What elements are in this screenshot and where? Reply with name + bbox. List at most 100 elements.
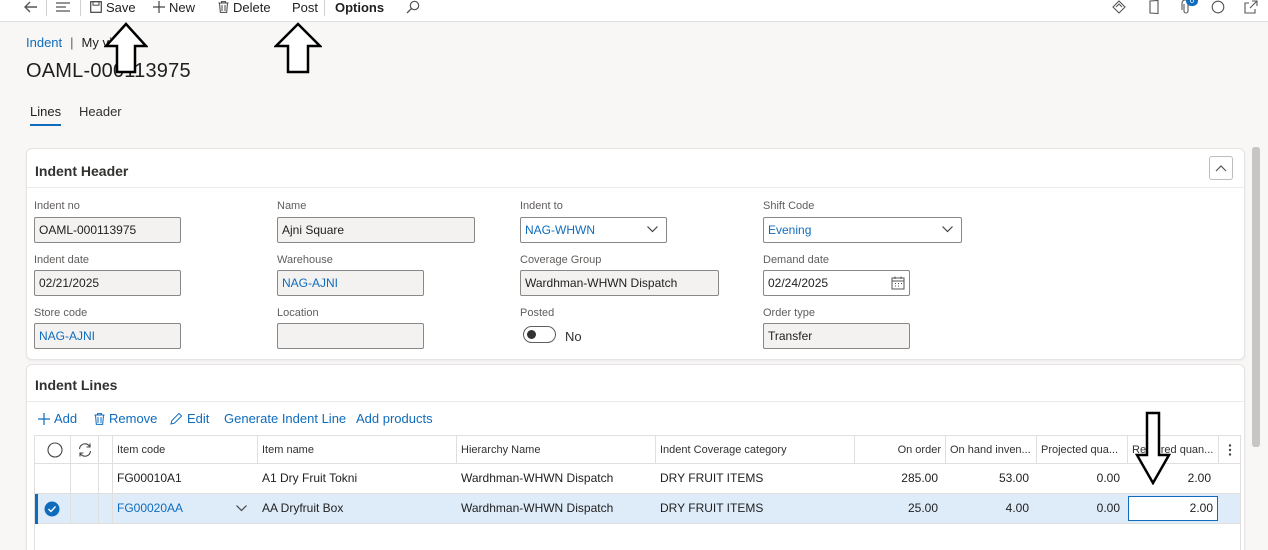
add-products-label: Add products bbox=[356, 411, 433, 426]
col-projected[interactable]: Projected qua... bbox=[1037, 436, 1128, 463]
office-button[interactable] bbox=[1148, 0, 1160, 14]
col-on-order[interactable]: On order bbox=[855, 436, 946, 463]
table-row-selected[interactable]: FG00020AA AA Dryfruit Box Wardhman-WHWN … bbox=[34, 494, 1240, 524]
grid-divider bbox=[98, 464, 99, 524]
coverage-group-field[interactable]: Wardhman-WHWN Dispatch bbox=[520, 270, 719, 296]
annotation-arrow-up-icon bbox=[104, 22, 148, 74]
post-button[interactable]: Post bbox=[292, 0, 318, 15]
store-code-field[interactable]: NAG-AJNI bbox=[34, 323, 181, 349]
on-hand-cell[interactable]: 53.00 bbox=[946, 464, 1033, 493]
add-products-button[interactable]: Add products bbox=[356, 411, 433, 426]
sync-icon bbox=[78, 443, 92, 457]
back-button[interactable] bbox=[24, 0, 38, 14]
refresh-grid-cell[interactable] bbox=[71, 436, 99, 463]
back-arrow-icon bbox=[24, 1, 37, 13]
annotation-arrow-up-icon bbox=[274, 22, 322, 74]
menu-button[interactable] bbox=[56, 0, 70, 14]
popout-icon bbox=[1244, 0, 1258, 14]
item-name-cell[interactable]: A1 Dry Fruit Tokni bbox=[258, 464, 457, 493]
indent-to-dropdown[interactable]: NAG-WHWN bbox=[520, 217, 667, 243]
toolbar-divider bbox=[46, 0, 47, 16]
table-row[interactable]: FG00010A1 A1 Dry Fruit Tokni Wardhman-WH… bbox=[34, 464, 1240, 494]
edit-label: Edit bbox=[187, 411, 210, 426]
search-icon bbox=[406, 0, 420, 14]
order-type-field[interactable]: Transfer bbox=[763, 323, 910, 349]
shift-code-dropdown[interactable]: Evening bbox=[763, 217, 962, 243]
card-divider bbox=[27, 187, 1244, 188]
col-item-name[interactable]: Item name bbox=[258, 436, 457, 463]
new-button[interactable]: New bbox=[153, 0, 196, 15]
refresh-button[interactable] bbox=[1211, 0, 1225, 14]
name-field[interactable]: Ajni Square bbox=[277, 217, 475, 243]
plus-icon bbox=[153, 1, 165, 13]
required-quantity-input[interactable]: 2.00 bbox=[1128, 496, 1218, 521]
indent-date-field[interactable]: 02/21/2025 bbox=[34, 270, 181, 296]
tab-lines[interactable]: Lines bbox=[30, 104, 62, 126]
grid-divider bbox=[1240, 435, 1241, 550]
save-icon bbox=[90, 1, 102, 13]
on-hand-cell[interactable]: 4.00 bbox=[946, 494, 1033, 523]
powerapps-button[interactable] bbox=[1112, 0, 1126, 14]
indent-header-title: Indent Header bbox=[35, 163, 129, 179]
add-line-button[interactable]: Add bbox=[38, 411, 77, 426]
calendar-icon[interactable] bbox=[891, 276, 905, 290]
select-all-radio-icon bbox=[47, 442, 63, 458]
chevron-down-icon bbox=[647, 226, 658, 233]
category-cell[interactable]: DRY FRUIT ITEMS bbox=[656, 494, 855, 523]
demand-date-value: 02/24/2025 bbox=[768, 276, 829, 290]
item-name-cell[interactable]: AA Dryfruit Box bbox=[258, 494, 457, 523]
diamond-icon bbox=[1112, 0, 1126, 14]
plus-icon bbox=[38, 412, 50, 425]
col-hierarchy-name[interactable]: Hierarchy Name bbox=[457, 436, 656, 463]
refresh-icon bbox=[1211, 0, 1225, 14]
options-tab[interactable]: Options bbox=[335, 0, 384, 15]
save-label: Save bbox=[106, 0, 136, 15]
indent-no-field[interactable]: OAML-000113975 bbox=[34, 217, 181, 243]
hierarchy-cell[interactable]: Wardhman-WHWN Dispatch bbox=[457, 464, 656, 493]
breadcrumb-indent-link[interactable]: Indent bbox=[26, 35, 62, 50]
grid-spacer-cell bbox=[99, 436, 113, 463]
delete-button[interactable]: Delete bbox=[218, 0, 271, 15]
shift-code-label: Shift Code bbox=[763, 200, 815, 212]
chevron-down-icon[interactable] bbox=[236, 505, 247, 512]
new-label: New bbox=[169, 0, 196, 15]
col-item-code[interactable]: Item code bbox=[113, 436, 258, 463]
save-button[interactable]: Save bbox=[90, 0, 136, 15]
column-options[interactable] bbox=[1219, 436, 1240, 463]
warehouse-field[interactable]: NAG-AJNI bbox=[277, 270, 424, 296]
demand-date-label: Demand date bbox=[763, 254, 830, 266]
indent-date-label: Indent date bbox=[34, 254, 90, 266]
edit-line-button[interactable]: Edit bbox=[170, 411, 209, 426]
office-icon bbox=[1149, 0, 1159, 14]
generate-indent-line-button[interactable]: Generate Indent Line bbox=[224, 411, 346, 426]
projected-cell[interactable]: 0.00 bbox=[1037, 464, 1124, 493]
search-button[interactable] bbox=[406, 0, 420, 14]
projected-cell[interactable]: 0.00 bbox=[1037, 494, 1124, 523]
item-code-cell[interactable]: FG00020AA bbox=[113, 494, 233, 523]
more-vertical-icon bbox=[1228, 444, 1232, 456]
vertical-scrollbar[interactable] bbox=[1252, 147, 1260, 447]
open-new-window-button[interactable] bbox=[1244, 0, 1258, 14]
location-field[interactable] bbox=[277, 323, 424, 349]
col-coverage-category[interactable]: Indent Coverage category bbox=[656, 436, 855, 463]
on-order-cell[interactable]: 285.00 bbox=[855, 464, 942, 493]
grid-divider bbox=[112, 464, 113, 524]
grid-divider bbox=[34, 435, 35, 550]
order-type-label: Order type bbox=[763, 307, 815, 319]
demand-date-field[interactable]: 02/24/2025 bbox=[763, 270, 910, 296]
col-on-hand[interactable]: On hand inven... bbox=[946, 436, 1037, 463]
trash-icon bbox=[94, 412, 105, 425]
on-order-cell[interactable]: 25.00 bbox=[855, 494, 942, 523]
posted-toggle[interactable] bbox=[523, 326, 556, 343]
add-label: Add bbox=[54, 411, 78, 426]
hierarchy-cell[interactable]: Wardhman-WHWN Dispatch bbox=[457, 494, 656, 523]
collapse-button[interactable] bbox=[1209, 156, 1233, 180]
chevron-up-icon bbox=[1215, 165, 1227, 172]
item-code-cell[interactable]: FG00010A1 bbox=[113, 464, 258, 493]
select-all-cell[interactable] bbox=[34, 436, 71, 463]
remove-line-button[interactable]: Remove bbox=[94, 411, 157, 426]
tab-header[interactable]: Header bbox=[79, 104, 122, 124]
row-checked-icon[interactable] bbox=[44, 501, 60, 517]
trash-icon bbox=[218, 1, 229, 13]
category-cell[interactable]: DRY FRUIT ITEMS bbox=[656, 464, 855, 493]
